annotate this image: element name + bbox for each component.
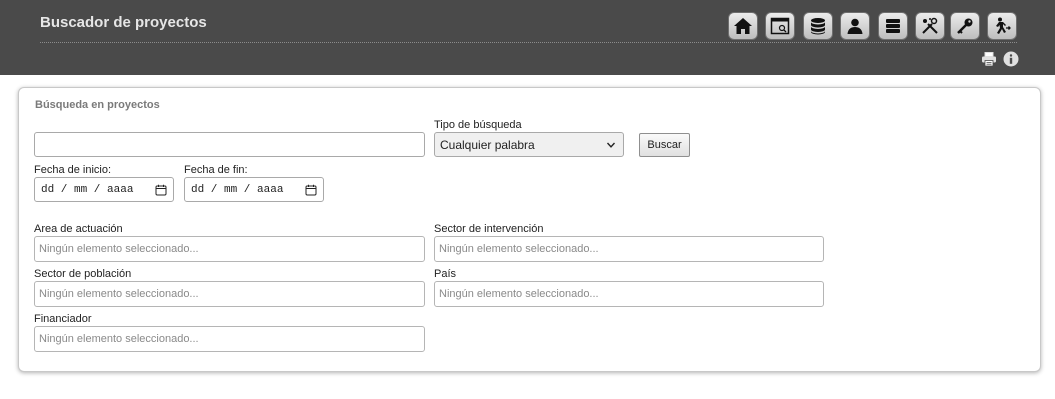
pais-multiselect[interactable]: Ningún elemento seleccionado... xyxy=(434,281,824,307)
pais-placeholder: Ningún elemento seleccionado... xyxy=(439,288,599,300)
end-date-placeholder: dd / mm / aaaa xyxy=(191,183,284,196)
search-type-label: Tipo de búsqueda xyxy=(434,119,522,131)
end-date-label: Fecha de fin: xyxy=(184,164,248,176)
search-button[interactable]: Buscar xyxy=(639,133,690,157)
home-icon xyxy=(734,18,752,34)
sector-intervencion-label: Sector de intervención xyxy=(434,223,544,235)
financiador-placeholder: Ningún elemento seleccionado... xyxy=(39,333,199,345)
books-button[interactable] xyxy=(878,12,908,40)
start-date-placeholder: dd / mm / aaaa xyxy=(41,183,134,196)
page-title: Buscador de proyectos xyxy=(40,14,207,31)
user-button[interactable] xyxy=(840,12,870,40)
home-button[interactable] xyxy=(728,12,758,40)
sector-poblacion-multiselect[interactable]: Ningún elemento seleccionado... xyxy=(34,281,425,307)
user-icon xyxy=(847,18,863,34)
title-divider xyxy=(40,42,1017,43)
chevron-down-icon xyxy=(606,142,616,148)
database-icon xyxy=(811,18,825,35)
app-header: Buscador de proyectos xyxy=(0,0,1055,75)
key-icon xyxy=(957,18,973,34)
search-panel: Búsqueda en proyectos Tipo de búsqueda C… xyxy=(18,87,1041,372)
info-button[interactable] xyxy=(1003,51,1019,67)
calendar-icon[interactable] xyxy=(305,184,317,196)
tools-button[interactable] xyxy=(915,12,945,40)
area-placeholder: Ningún elemento seleccionado... xyxy=(39,243,199,255)
window-search-icon xyxy=(770,17,790,35)
print-icon xyxy=(982,52,996,67)
books-icon xyxy=(886,19,900,33)
database-button[interactable] xyxy=(803,12,833,40)
exit-button[interactable] xyxy=(987,12,1017,40)
exit-icon xyxy=(996,17,1011,34)
panel-title: Búsqueda en proyectos xyxy=(35,99,160,111)
financiador-label: Financiador xyxy=(34,313,92,325)
start-date-input[interactable]: dd / mm / aaaa xyxy=(34,177,174,202)
key-button[interactable] xyxy=(950,12,980,40)
sector-intervencion-placeholder: Ningún elemento seleccionado... xyxy=(439,243,599,255)
pais-label: País xyxy=(434,268,457,280)
area-multiselect[interactable]: Ningún elemento seleccionado... xyxy=(34,236,425,262)
sector-poblacion-label: Sector de población xyxy=(34,268,132,280)
end-date-input[interactable]: dd / mm / aaaa xyxy=(184,177,324,202)
info-icon xyxy=(1003,51,1019,67)
search-type-select[interactable]: Cualquier palabra xyxy=(434,132,624,157)
window-search-button[interactable] xyxy=(765,12,795,40)
calendar-icon[interactable] xyxy=(155,184,167,196)
start-date-label: Fecha de inicio: xyxy=(34,164,112,176)
sector-poblacion-placeholder: Ningún elemento seleccionado... xyxy=(39,288,199,300)
tools-icon xyxy=(922,17,938,34)
search-type-value: Cualquier palabra xyxy=(440,137,535,152)
area-label: Area de actuación xyxy=(34,223,123,235)
financiador-multiselect[interactable]: Ningún elemento seleccionado... xyxy=(34,326,425,352)
sector-intervencion-multiselect[interactable]: Ningún elemento seleccionado... xyxy=(434,236,824,262)
search-input[interactable] xyxy=(34,132,425,157)
print-button[interactable] xyxy=(981,51,997,67)
